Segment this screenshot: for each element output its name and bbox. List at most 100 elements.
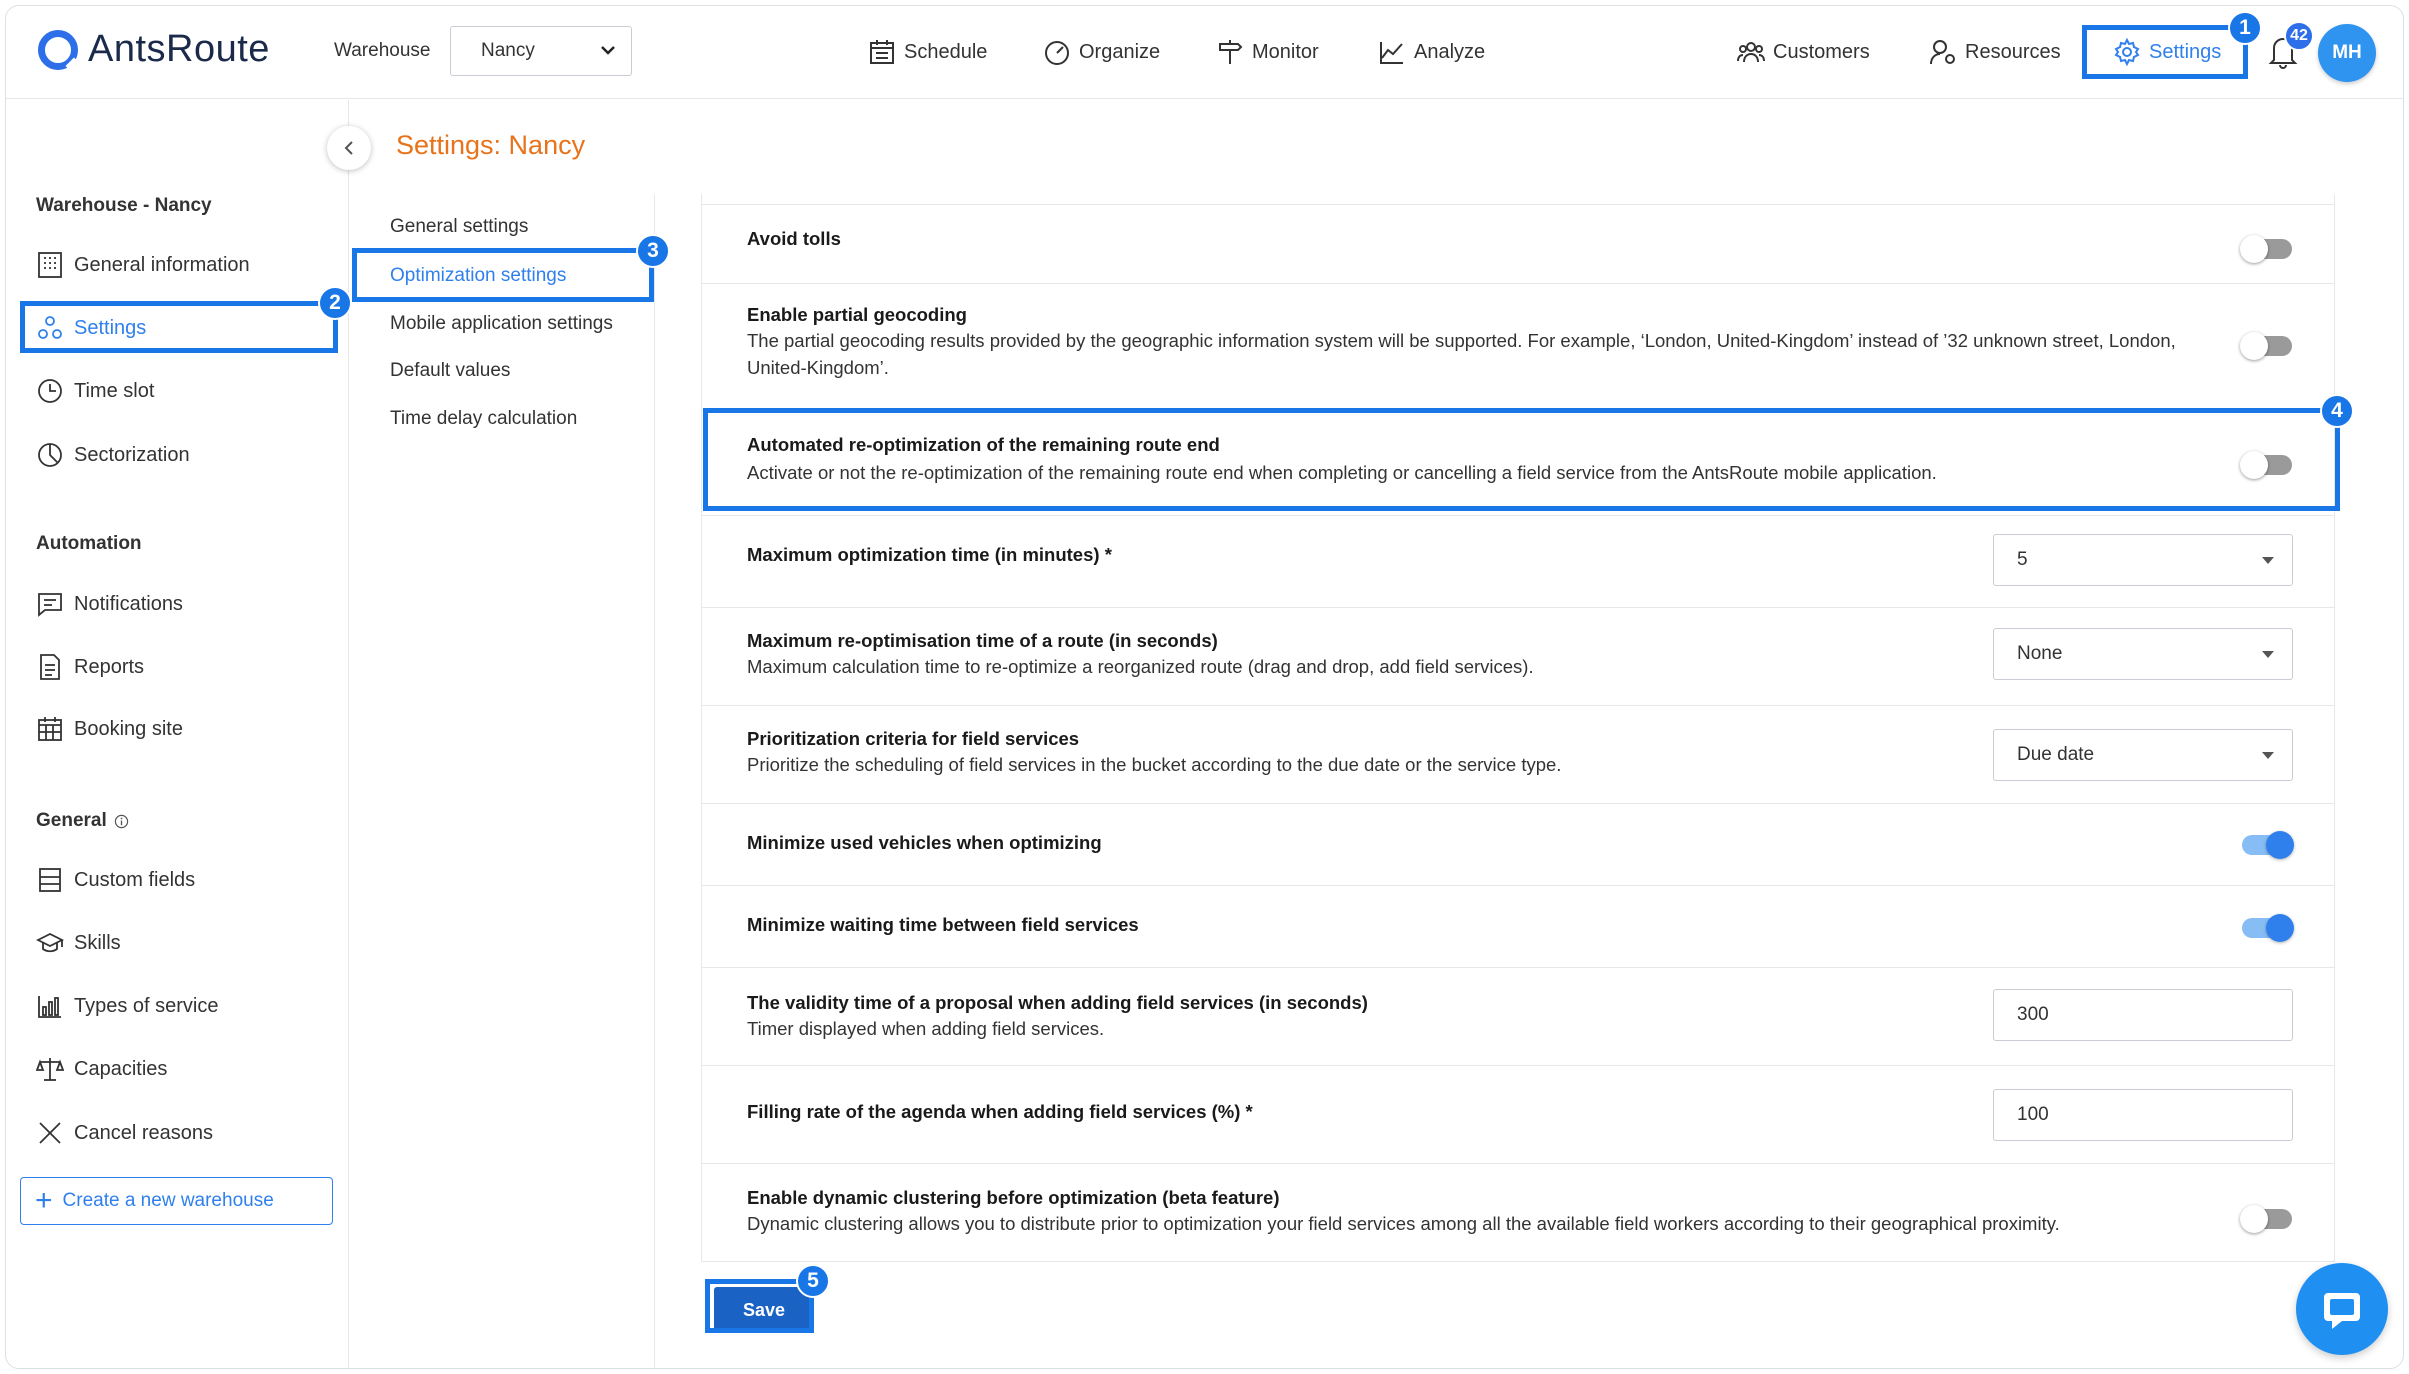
chevron-down-icon (599, 41, 617, 64)
setting-description: Prioritize the scheduling of field servi… (747, 754, 1562, 775)
nav-analyze[interactable]: Analyze (1378, 32, 1485, 72)
step-badge-4: 4 (2320, 394, 2354, 428)
nav-monitor[interactable]: Monitor (1216, 32, 1319, 72)
sidebar-section-general-label: General (36, 810, 107, 831)
max-optimization-time-select[interactable]: 5 (1993, 534, 2293, 586)
gauge-icon (1045, 41, 1069, 65)
setting-description: Maximum calculation time to re-optimize … (747, 656, 1534, 677)
building-icon (38, 252, 62, 278)
nav-analyze-label: Analyze (1414, 40, 1486, 63)
top-navigation-bar: AntsRoute Warehouse Nancy Schedule Organ… (6, 6, 2403, 99)
caret-down-icon (2262, 557, 2274, 564)
sidebar-item-custom-fields[interactable]: Custom fields (36, 863, 195, 897)
step-badge-5: 5 (796, 1264, 830, 1298)
subnav-general-settings[interactable]: General settings (390, 216, 528, 238)
setting-title: The validity time of a proposal when add… (747, 992, 1368, 1013)
sidebar-item-skills[interactable]: Skills (36, 926, 121, 960)
pie-icon (38, 443, 62, 467)
setting-title: Prioritization criteria for field servic… (747, 728, 1080, 749)
setting-description: The partial geocoding results provided b… (747, 330, 2176, 378)
notification-count-badge: 42 (2284, 21, 2314, 51)
nav-organize-label: Organize (1079, 40, 1161, 63)
calendar-grid-icon (38, 717, 62, 741)
page-title: Settings: Nancy (396, 130, 586, 160)
setting-description: Dynamic clustering allows you to distrib… (747, 1213, 2060, 1234)
fields-icon (39, 868, 61, 892)
filling-rate-input[interactable]: 100 (1993, 1089, 2293, 1141)
collapse-sidebar-button[interactable] (327, 126, 371, 170)
message-icon (38, 593, 62, 617)
sidebar-item-types-of-service[interactable]: Types of service (36, 989, 219, 1023)
graduation-cap-icon (36, 932, 64, 953)
subnav-mobile-application-settings[interactable]: Mobile application settings (390, 313, 613, 335)
setting-partial-geocoding: Enable partial geocoding The partial geo… (702, 284, 2334, 411)
validity-time-input[interactable]: 300 (1993, 989, 2293, 1041)
setting-title: Enable dynamic clustering before optimiz… (747, 1187, 1280, 1208)
toggle-knob (2266, 831, 2294, 859)
subnav-default-values[interactable]: Default values (390, 360, 510, 382)
sidebar-item-label: Skills (74, 931, 121, 954)
nav-organize[interactable]: Organize (1043, 32, 1160, 72)
sidebar-item-booking-site[interactable]: Booking site (36, 712, 183, 746)
toggle-knob (2240, 235, 2268, 263)
dynamic-clustering-toggle[interactable] (2240, 1205, 2292, 1233)
setting-title: Minimize used vehicles when optimizing (747, 832, 1102, 853)
setting-description: Timer displayed when adding field servic… (747, 1018, 1105, 1039)
setting-title: Minimize waiting time between field serv… (747, 914, 1139, 935)
sidebar-item-reports[interactable]: Reports (36, 650, 144, 684)
setting-prioritization: Prioritization criteria for field servic… (702, 706, 2334, 804)
step-badge-1: 1 (2228, 11, 2262, 45)
sidebar-item-capacities[interactable]: Capacities (36, 1052, 167, 1086)
nav-schedule-label: Schedule (904, 40, 988, 63)
caret-down-icon (2262, 752, 2274, 759)
setting-filling-rate: Filling rate of the agenda when adding f… (702, 1066, 2334, 1164)
setting-minimize-waiting: Minimize waiting time between field serv… (702, 886, 2334, 968)
minimize-waiting-toggle[interactable] (2242, 914, 2294, 942)
setting-minimize-vehicles: Minimize used vehicles when optimizing (702, 804, 2334, 886)
setting-validity-time: The validity time of a proposal when add… (702, 968, 2334, 1066)
chevron-left-icon (344, 141, 353, 155)
partial-geocoding-toggle[interactable] (2240, 332, 2292, 360)
chat-button[interactable] (2296, 1263, 2388, 1355)
plus-icon: + (35, 1184, 53, 1217)
sidebar-item-general-information[interactable]: General information (36, 248, 250, 282)
toggle-knob (2240, 332, 2268, 360)
sidebar-item-label: General information (74, 253, 250, 276)
sidebar-item-label: Types of service (74, 994, 219, 1017)
sidebar-item-label: Booking site (74, 717, 183, 740)
max-reoptimisation-time-select[interactable]: None (1993, 628, 2293, 680)
nav-schedule[interactable]: Schedule (868, 32, 987, 72)
nav-customers[interactable]: Customers (1737, 32, 1870, 72)
sidebar-section-automation: Automation (36, 533, 142, 554)
clock-icon (38, 379, 62, 403)
setting-title: Avoid tolls (747, 228, 841, 249)
sidebar-item-cancel-reasons[interactable]: Cancel reasons (36, 1116, 213, 1150)
nav-resources[interactable]: Resources (1929, 32, 2061, 72)
chat-icon (2324, 1293, 2360, 1329)
setting-dynamic-clustering: Enable dynamic clustering before optimiz… (702, 1164, 2334, 1261)
avatar[interactable]: MH (2318, 24, 2376, 82)
highlight-auto-reoptimization (703, 408, 2340, 511)
calendar-icon (870, 40, 894, 64)
sidebar-item-label: Time slot (74, 379, 155, 402)
app-frame: AntsRoute Warehouse Nancy Schedule Organ… (5, 5, 2404, 1369)
setting-title: Enable partial geocoding (747, 304, 967, 325)
info-icon[interactable] (114, 814, 129, 829)
sidebar-item-sectorization[interactable]: Sectorization (36, 438, 190, 472)
create-warehouse-label: Create a new warehouse (62, 1190, 274, 1211)
bar-chart-icon (38, 996, 61, 1018)
warehouse-select[interactable]: Nancy (450, 26, 632, 76)
prioritization-select[interactable]: Due date (1993, 729, 2293, 781)
sidebar-section-warehouse: Warehouse - Nancy (36, 195, 212, 216)
toggle-knob (2240, 1205, 2268, 1233)
subnav-time-delay-calculation[interactable]: Time delay calculation (390, 408, 577, 430)
create-warehouse-button[interactable]: + Create a new warehouse (20, 1177, 333, 1225)
avoid-tolls-toggle[interactable] (2240, 235, 2292, 263)
sidebar-item-time-slot[interactable]: Time slot (36, 374, 154, 408)
optimization-settings-panel: Avoid tolls Enable partial geocoding The… (701, 194, 2335, 1262)
warehouse-label: Warehouse (334, 40, 431, 61)
sidebar-item-notifications[interactable]: Notifications (36, 587, 183, 621)
minimize-vehicles-toggle[interactable] (2242, 831, 2294, 859)
antsroute-logo[interactable]: AntsRoute (38, 28, 270, 71)
chart-icon (1380, 42, 1403, 64)
